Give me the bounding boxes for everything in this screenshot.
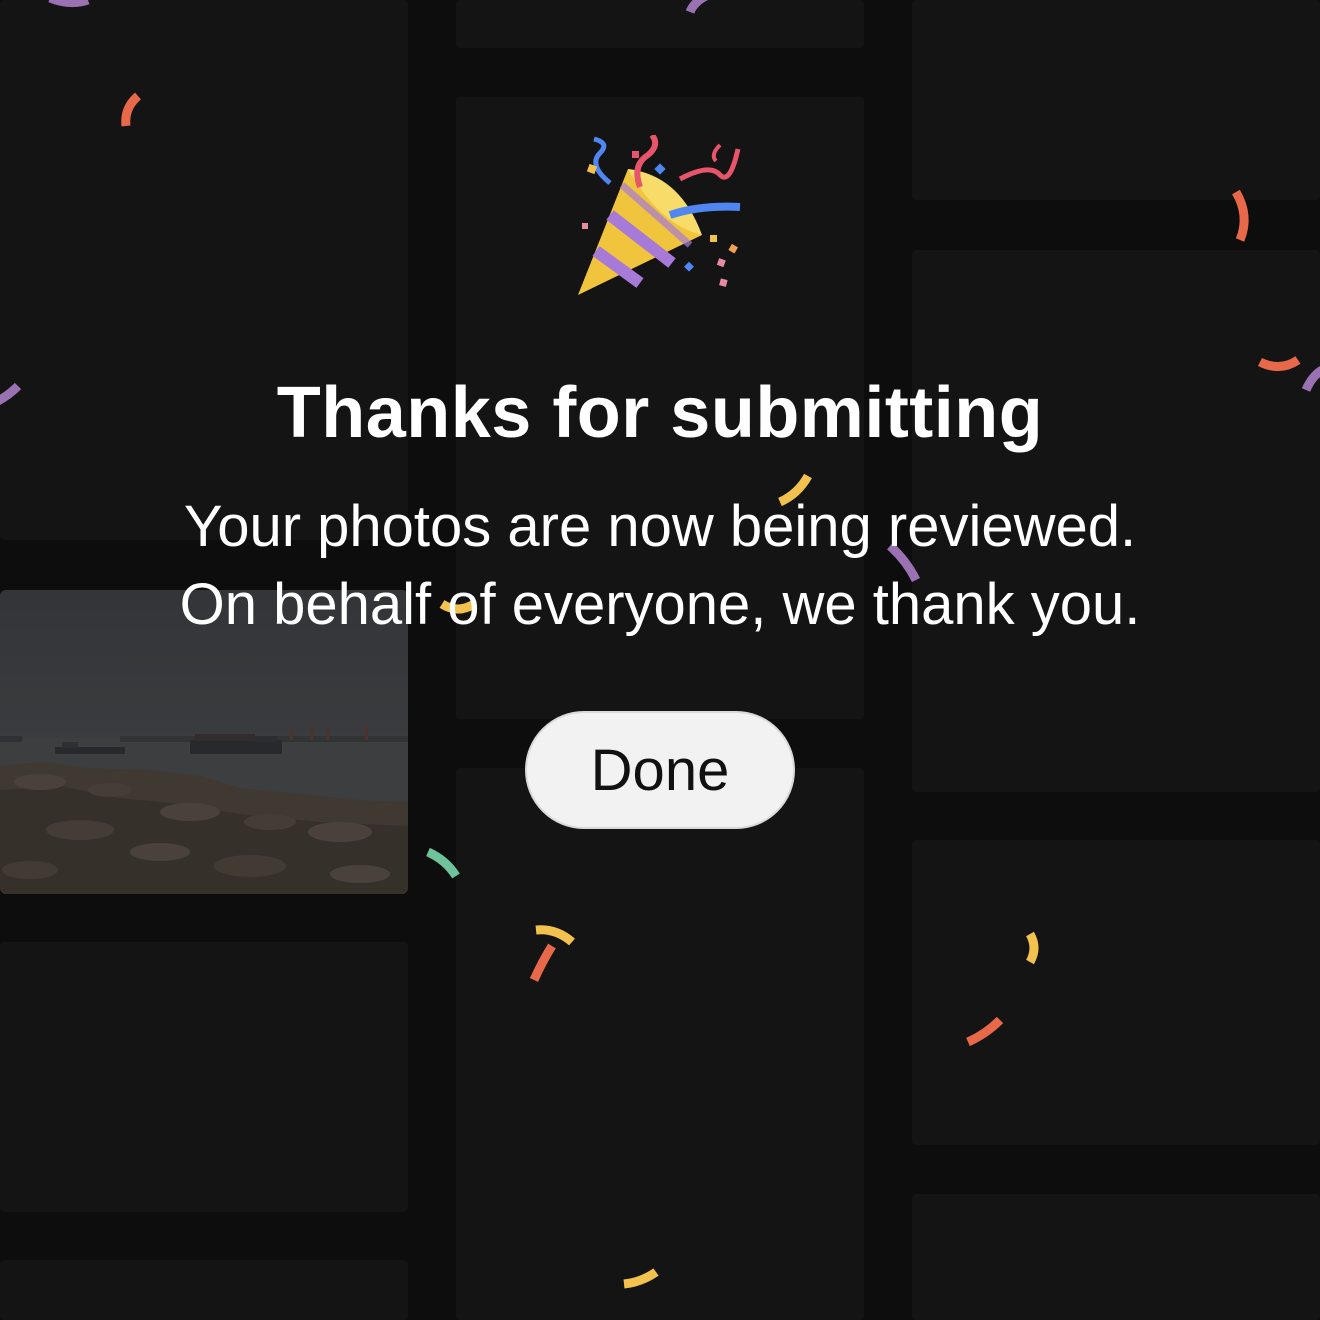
done-button[interactable]: Done [525, 711, 795, 829]
success-dialog: Thanks for submitting Your photos are no… [0, 0, 1320, 1320]
party-popper-icon [570, 133, 750, 315]
dialog-message-line: Your photos are now being reviewed. [183, 494, 1137, 559]
submission-success-screen: Thanks for submitting Your photos are no… [0, 0, 1320, 1320]
dialog-message-line: On behalf of everyone, we thank you. [179, 572, 1141, 637]
dialog-title: Thanks for submitting [276, 373, 1044, 453]
dialog-message: Your photos are now being reviewed. On b… [0, 488, 1320, 644]
